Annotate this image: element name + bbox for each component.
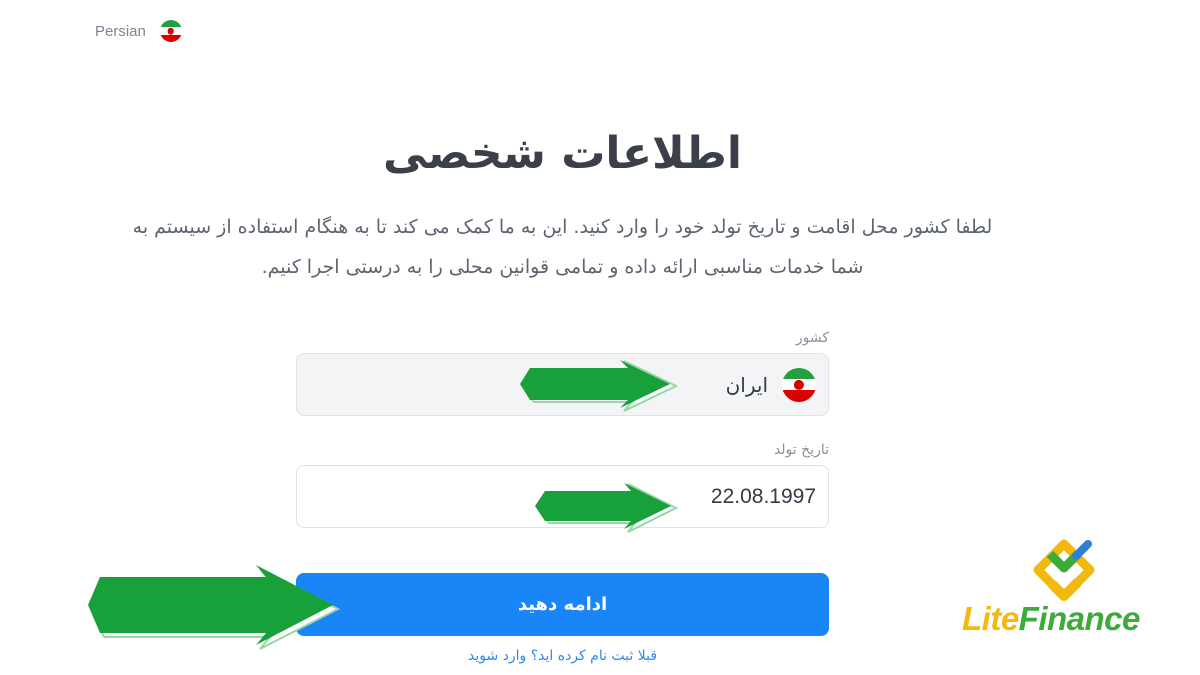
brand-name-part-1: Lite: [962, 600, 1019, 637]
description-line-2: شما خدمات مناسبی ارائه داده و تمامی قوان…: [261, 256, 864, 278]
language-label: Persian: [95, 22, 146, 40]
brand-name: LiteFinance: [962, 600, 1140, 638]
iran-flag-icon: [782, 367, 816, 402]
arrow-icon: [535, 483, 679, 533]
arrow-icon: [520, 360, 679, 412]
birthdate-field-label: تاریخ تولد: [773, 442, 829, 458]
iran-flag-icon: [159, 20, 182, 42]
arrow-icon: [88, 565, 341, 650]
brand-name-part-2: Finance: [1018, 600, 1141, 637]
country-field-label: کشور: [795, 330, 829, 346]
country-value: ایران: [725, 372, 768, 397]
description-line-1: لطفا کشور محل اقامت و تاریخ تولد خود را …: [132, 216, 993, 238]
language-selector[interactable]: Persian: [95, 20, 182, 42]
page-title: اطلاعات شخصی: [383, 128, 742, 179]
birthdate-value: 22.08.1997: [710, 484, 816, 508]
page-description: لطفا کشور محل اقامت و تاریخ تولد خود را …: [75, 207, 1050, 287]
login-link[interactable]: قبلا ثبت نام کرده اید؟ وارد شوید: [296, 648, 829, 664]
continue-button[interactable]: ادامه دهید: [296, 573, 829, 636]
